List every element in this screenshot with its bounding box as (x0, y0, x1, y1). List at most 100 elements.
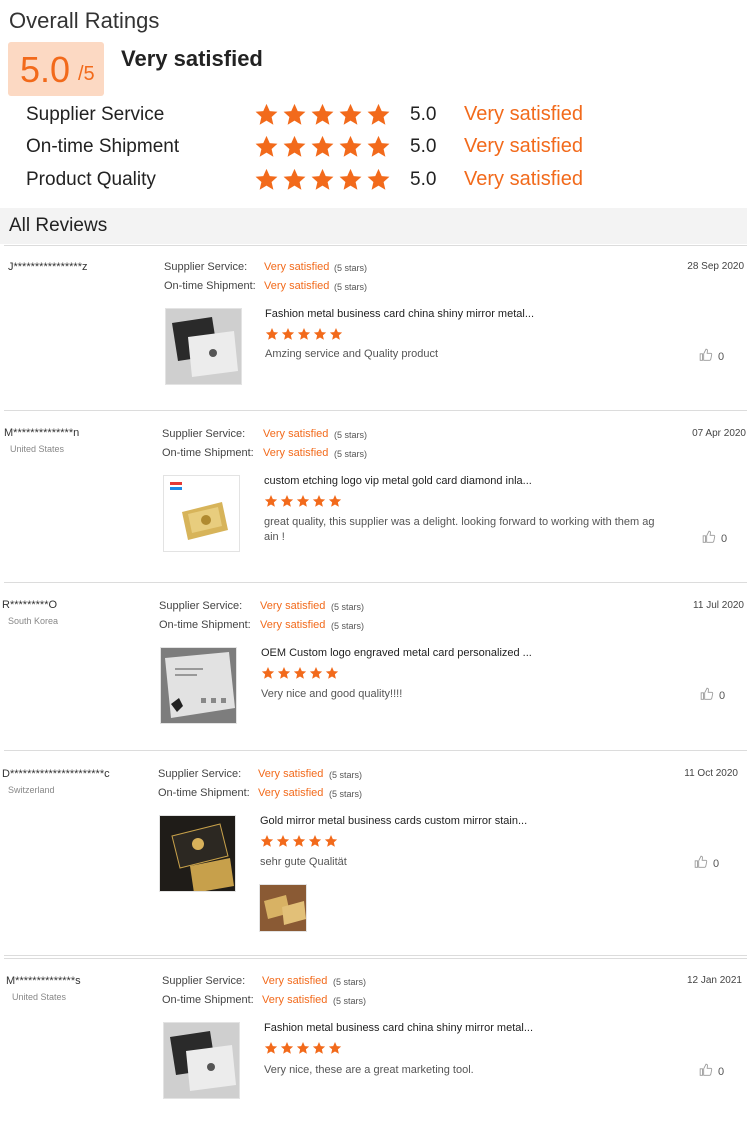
divider (4, 958, 747, 959)
shipment-stars: (5 stars) (334, 282, 368, 292)
product-title[interactable]: Gold mirror metal business cards custom … (260, 815, 527, 827)
reviewer-name: D**********************c (2, 768, 110, 780)
supplier-service-stars: (5 stars) (331, 602, 365, 612)
star-icon (265, 327, 279, 346)
review-text: great quality, this supplier was a delig… (264, 516, 655, 543)
product-title[interactable]: Fashion metal business card china shiny … (265, 308, 534, 320)
shipment-value: Very satisfied (260, 619, 326, 631)
thumbs-up-icon (702, 530, 716, 547)
thumbs-up-icon (699, 348, 713, 365)
product-thumbnail[interactable] (163, 475, 240, 552)
reviewer-name: J****************z (8, 261, 88, 273)
shipment-label: On-time Shipment: (162, 447, 254, 459)
star-icon (328, 1041, 342, 1060)
review-star-rating (264, 1041, 342, 1060)
review-item: M**************s United States Supplier … (0, 960, 750, 1120)
star-icon (282, 134, 307, 164)
reviewer-name: M**************n (4, 427, 80, 439)
star-icon (366, 167, 391, 197)
like-button[interactable]: 0 (702, 530, 727, 547)
shipment-label: On-time Shipment: (159, 619, 251, 631)
star-icon (292, 834, 306, 853)
product-title[interactable]: custom etching logo vip metal gold card … (264, 475, 532, 487)
star-icon (277, 666, 291, 685)
star-icon (312, 1041, 326, 1060)
star-icon (296, 1041, 310, 1060)
star-icon (338, 134, 363, 164)
shipment-value: Very satisfied (258, 787, 324, 799)
star-icon (280, 1041, 294, 1060)
criterion-verdict: Very satisfied (464, 103, 583, 125)
star-icon (281, 327, 295, 346)
review-star-rating (264, 494, 342, 513)
criterion-label: Product Quality (26, 169, 156, 190)
star-icon (260, 834, 274, 853)
review-text: sehr gute Qualität (260, 856, 347, 868)
supplier-service-value: Very satisfied (264, 261, 330, 273)
star-icon (297, 327, 311, 346)
star-icon (264, 1041, 278, 1060)
like-button[interactable]: 0 (700, 687, 725, 704)
star-icon (310, 134, 335, 164)
reviewer-name: M**************s (6, 975, 81, 987)
star-icon (296, 494, 310, 513)
criterion-score: 5.0 (410, 169, 437, 190)
supplier-service-stars: (5 stars) (334, 430, 368, 440)
star-icon (366, 134, 391, 164)
like-button[interactable]: 0 (699, 348, 724, 365)
shipment-label: On-time Shipment: (158, 787, 250, 799)
review-date: 11 Oct 2020 (684, 768, 738, 779)
review-photo[interactable] (259, 884, 307, 932)
product-title[interactable]: OEM Custom logo engraved metal card pers… (261, 647, 532, 659)
shipment-value: Very satisfied (263, 447, 329, 459)
review-text: Amzing service and Quality product (265, 348, 439, 360)
star-rating (254, 102, 391, 132)
supplier-service-label: Supplier Service: (162, 428, 246, 440)
criterion-score: 5.0 (410, 104, 437, 125)
shipment-stars: (5 stars) (331, 621, 365, 631)
shipment-stars: (5 stars) (329, 789, 363, 799)
like-count: 0 (721, 532, 728, 545)
star-icon (282, 102, 307, 132)
product-title[interactable]: Fashion metal business card china shiny … (264, 1022, 533, 1034)
star-icon (254, 134, 279, 164)
supplier-service-label: Supplier Service: (158, 768, 242, 780)
review-date: 11 Jul 2020 (693, 600, 744, 611)
star-icon (309, 666, 323, 685)
supplier-service-value: Very satisfied (258, 768, 324, 780)
like-button[interactable]: 0 (699, 1063, 724, 1080)
star-icon (313, 327, 327, 346)
like-button[interactable]: 0 (694, 855, 719, 872)
star-icon (264, 494, 278, 513)
star-icon (366, 102, 391, 132)
supplier-service-label: Supplier Service: (162, 975, 246, 987)
star-icon (254, 102, 279, 132)
supplier-service-stars: (5 stars) (329, 770, 363, 780)
supplier-service-stars: (5 stars) (333, 977, 367, 987)
star-icon (276, 834, 290, 853)
star-icon (338, 167, 363, 197)
star-rating (254, 134, 391, 164)
product-thumbnail[interactable] (165, 308, 242, 385)
review-item: M**************n United States Supplier … (0, 412, 750, 582)
shipment-stars: (5 stars) (333, 996, 367, 1006)
product-thumbnail[interactable] (160, 647, 237, 724)
star-icon (312, 494, 326, 513)
thumbs-up-icon (700, 687, 714, 704)
product-thumbnail[interactable] (163, 1022, 240, 1099)
product-thumbnail[interactable] (159, 815, 236, 892)
review-item: J****************z Supplier Service: Ver… (0, 246, 750, 410)
thumbs-up-icon (699, 1063, 713, 1080)
criterion-label: On-time Shipment (26, 136, 180, 157)
shipment-stars: (5 stars) (334, 449, 368, 459)
shipment-label: On-time Shipment: (164, 280, 256, 292)
supplier-service-value: Very satisfied (262, 975, 328, 987)
like-count: 0 (719, 689, 726, 702)
supplier-service-label: Supplier Service: (164, 261, 248, 273)
star-icon (254, 167, 279, 197)
supplier-service-stars: (5 stars) (334, 263, 368, 273)
star-icon (280, 494, 294, 513)
star-icon (261, 666, 275, 685)
shipment-value: Very satisfied (262, 994, 328, 1006)
shipment-label: On-time Shipment: (162, 994, 254, 1006)
